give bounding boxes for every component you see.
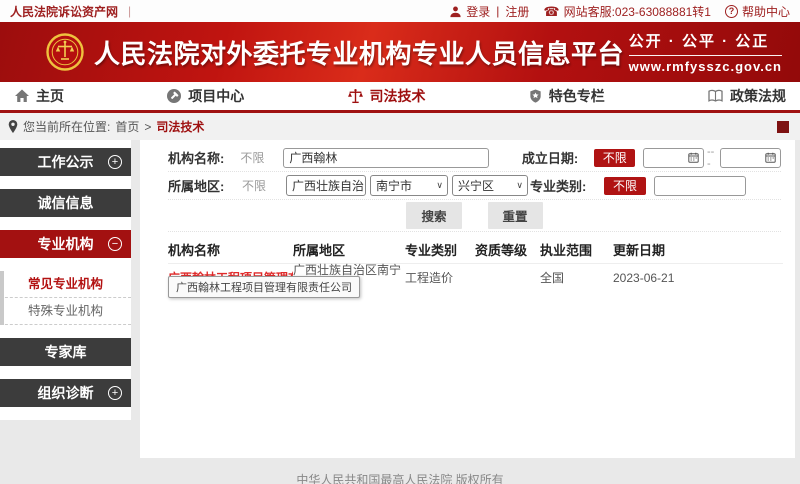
help-icon: ? — [725, 5, 738, 18]
form-row-1: 机构名称: 不限 成立日期: 不限 --- — [168, 144, 781, 172]
calendar-icon — [765, 152, 776, 163]
content-panel: 机构名称: 不限 成立日期: 不限 --- — [140, 140, 795, 458]
badge-icon — [528, 88, 543, 104]
breadcrumb-prefix: 您当前所在位置: — [23, 118, 110, 135]
date-range-separator: --- — [707, 146, 717, 170]
main-nav: 主页 项目中心 司法技术 特色专栏 政策法规 — [0, 82, 800, 113]
location-pin-icon — [8, 120, 18, 133]
sidebar-item-label: 诚信信息 — [38, 193, 94, 213]
breadcrumb-current: 司法技术 — [156, 118, 204, 135]
website-url: www.rmfysszc.gov.cn — [629, 59, 782, 74]
sidebar-item-work-publicity[interactable]: 工作公示 + — [0, 148, 131, 176]
top-utility-bar: 人民法院诉讼资产网 | 登录 | 注册 ☎ 网站客服:023-63088881转… — [0, 0, 800, 22]
login-link[interactable]: 登录 — [466, 3, 490, 20]
org-name-tooltip: 广西翰林工程项目管理有限责任公司 — [168, 276, 360, 298]
chevron-down-icon: ∨ — [436, 180, 443, 191]
login-register-divider: | — [496, 4, 499, 18]
scales-icon — [347, 88, 364, 105]
sidebar-item-label: 工作公示 — [38, 152, 94, 172]
cell-updated: 2023-06-21 — [613, 271, 783, 285]
sidebar-item-expert-library[interactable]: 专家库 — [0, 338, 131, 366]
col-header-scope: 执业范围 — [540, 240, 613, 259]
nav-label: 司法技术 — [370, 86, 426, 106]
banner-header: 人民法院对外委托专业机构专业人员信息平台 公开 · 公平 · 公正 www.rm… — [0, 22, 800, 82]
submenu-item-special-orgs[interactable]: 特殊专业机构 — [0, 298, 131, 325]
page-title: 人民法院对外委托专业机构专业人员信息平台 — [94, 34, 624, 71]
search-button[interactable]: 搜索 — [406, 202, 461, 229]
sidebar: 工作公示 + 诚信信息 专业机构 − 常见专业机构 特殊专业机构 专家库 组织诊… — [0, 140, 131, 420]
nav-label: 项目中心 — [188, 86, 244, 106]
sidebar-item-label: 组织诊断 — [38, 383, 94, 403]
district-select[interactable]: 兴宁区 ∨ — [452, 175, 528, 196]
sidebar-submenu: 常见专业机构 特殊专业机构 — [0, 271, 131, 325]
collapse-minus-icon[interactable]: − — [108, 237, 122, 251]
expand-plus-icon[interactable]: + — [108, 386, 122, 400]
sidebar-item-label: 专家库 — [45, 342, 87, 362]
col-header-region: 所属地区 — [293, 240, 405, 259]
sidebar-item-label: 专业机构 — [38, 234, 94, 254]
category-input[interactable] — [654, 176, 746, 196]
calendar-icon — [688, 152, 699, 163]
nav-item-judicial-tech[interactable]: 司法技术 — [347, 86, 426, 106]
nav-item-featured-column[interactable]: 特色专栏 — [528, 86, 605, 106]
cell-category: 工程造价 — [405, 269, 475, 286]
site-name-link[interactable]: 人民法院诉讼资产网 — [10, 3, 118, 20]
founded-unlimited-button[interactable]: 不限 — [594, 149, 635, 167]
breadcrumb-separator: > — [144, 120, 151, 134]
col-header-category: 专业类别 — [405, 240, 475, 259]
reset-button[interactable]: 重置 — [488, 202, 543, 229]
nav-item-project-center[interactable]: 项目中心 — [166, 86, 244, 106]
expand-plus-icon[interactable]: + — [108, 155, 122, 169]
nav-item-policies[interactable]: 政策法规 — [707, 86, 786, 106]
court-emblem-logo — [46, 33, 84, 71]
col-header-org-name: 机构名称 — [168, 240, 293, 259]
org-name-unlimited-option[interactable]: 不限 — [240, 149, 283, 166]
nav-item-home[interactable]: 主页 — [14, 86, 64, 106]
nav-label: 特色专栏 — [549, 86, 605, 106]
select-value: 广西壮族自治 — [292, 177, 364, 194]
region-label: 所属地区: — [168, 176, 242, 195]
form-row-2: 所属地区: 不限 广西壮族自治 ∨ 南宁市 ∨ 兴宁区 ∨ — [168, 172, 781, 200]
form-buttons-row: 搜索 重置 — [168, 200, 781, 232]
submenu-item-common-orgs[interactable]: 常见专业机构 — [0, 271, 131, 298]
user-icon — [449, 5, 462, 18]
col-header-updated: 更新日期 — [613, 240, 783, 259]
topbar-divider: | — [128, 4, 131, 18]
phone-icon: ☎ — [543, 5, 559, 18]
col-header-grade: 资质等级 — [475, 240, 540, 259]
footer-copyright: 中华人民共和国最高人民法院 版权所有 — [0, 471, 800, 484]
sidebar-item-org-diagnosis[interactable]: 组织诊断 + — [0, 379, 131, 407]
select-value: 兴宁区 — [458, 177, 494, 194]
founded-to-date-input[interactable] — [720, 148, 781, 168]
chevron-down-icon: ∨ — [516, 180, 523, 191]
category-unlimited-button[interactable]: 不限 — [604, 177, 646, 195]
region-unlimited-option[interactable]: 不限 — [242, 177, 286, 194]
main-area: 工作公示 + 诚信信息 专业机构 − 常见专业机构 特殊专业机构 专家库 组织诊… — [0, 140, 800, 458]
org-name-label: 机构名称: — [168, 148, 240, 167]
project-icon — [166, 88, 182, 104]
table-header-row: 机构名称 所属地区 专业类别 资质等级 执业范围 更新日期 — [168, 236, 783, 264]
sidebar-item-integrity-info[interactable]: 诚信信息 — [0, 189, 131, 217]
help-center-link[interactable]: 帮助中心 — [742, 3, 790, 20]
register-link[interactable]: 注册 — [505, 3, 529, 20]
search-form: 机构名称: 不限 成立日期: 不限 --- — [140, 140, 795, 232]
hotline-text: 网站客服:023-63088881转1 — [564, 3, 711, 20]
city-select[interactable]: 南宁市 ∨ — [370, 175, 448, 196]
sidebar-item-professional-orgs[interactable]: 专业机构 − — [0, 230, 131, 258]
cell-scope: 全国 — [540, 269, 613, 286]
category-label: 专业类别: — [530, 176, 604, 195]
founded-date-label: 成立日期: — [522, 148, 594, 167]
province-select[interactable]: 广西壮族自治 ∨ — [286, 175, 366, 196]
nav-label: 政策法规 — [730, 86, 786, 106]
founded-from-date-input[interactable] — [643, 148, 704, 168]
home-icon — [14, 88, 30, 104]
org-name-input[interactable] — [283, 148, 489, 168]
breadcrumb-corner-marker — [777, 121, 789, 133]
select-value: 南宁市 — [376, 177, 412, 194]
nav-label: 主页 — [36, 86, 64, 106]
book-icon — [707, 88, 724, 104]
slogan-text: 公开 · 公平 · 公正 — [629, 30, 782, 56]
breadcrumb-home-link[interactable]: 首页 — [115, 118, 139, 135]
breadcrumb: 您当前所在位置: 首页 > 司法技术 — [0, 113, 800, 140]
